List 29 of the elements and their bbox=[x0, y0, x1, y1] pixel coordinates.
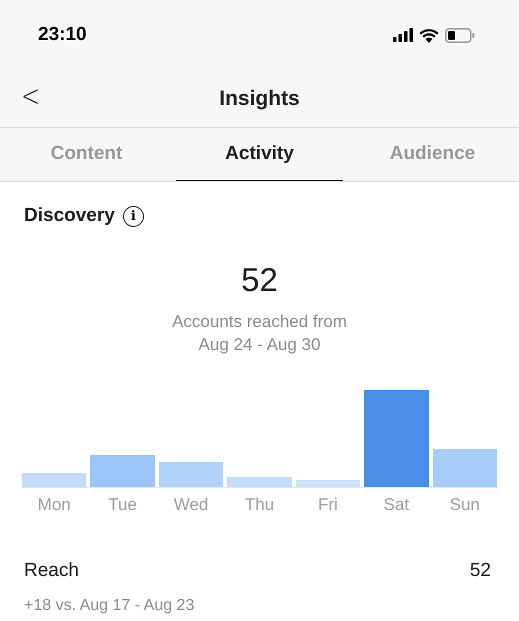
chart-bar[interactable] bbox=[227, 476, 292, 486]
page-title: Insights bbox=[219, 86, 300, 112]
day-label: Sat bbox=[382, 494, 410, 516]
day-label: Fri bbox=[316, 494, 339, 516]
reach-comparison: +18 vs. Aug 17 - Aug 23 bbox=[23, 596, 196, 616]
battery-icon bbox=[445, 28, 475, 42]
day-label: Tue bbox=[107, 494, 138, 516]
day-label: Thu bbox=[244, 494, 276, 516]
chart-bar[interactable] bbox=[90, 454, 155, 486]
caption: Aug 24 - Aug 30 bbox=[198, 334, 322, 356]
status-time: 23:10 bbox=[38, 22, 87, 47]
tab[interactable]: Activity bbox=[176, 128, 343, 181]
info-button[interactable]: i bbox=[122, 206, 144, 227]
reach-value: 52 bbox=[470, 559, 492, 583]
back-button[interactable]: < bbox=[21, 82, 40, 112]
wifi-icon bbox=[419, 28, 439, 42]
day-label: Wed bbox=[172, 494, 210, 516]
chart-bar[interactable] bbox=[158, 462, 224, 486]
chart-bar[interactable] bbox=[364, 390, 429, 486]
day-label: Mon bbox=[36, 494, 72, 516]
reach-label: Reach bbox=[24, 559, 79, 583]
caption: Accounts reached from bbox=[171, 310, 348, 332]
section-title: Discovery bbox=[24, 204, 115, 228]
chart-bar[interactable] bbox=[296, 480, 360, 486]
chart-bar[interactable] bbox=[432, 448, 497, 486]
day-label: Sun bbox=[448, 494, 481, 516]
chart-bar[interactable] bbox=[22, 472, 86, 486]
signal-icon bbox=[393, 28, 413, 42]
reached-count: 52 bbox=[240, 262, 279, 296]
